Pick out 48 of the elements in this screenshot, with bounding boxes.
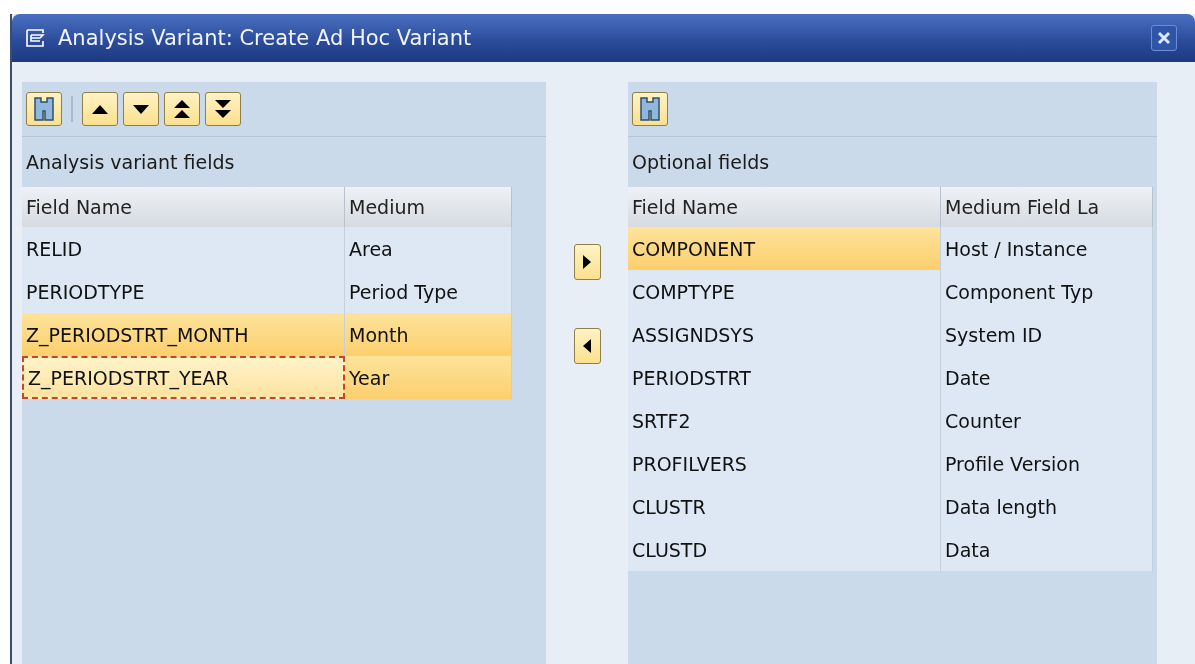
double-down-arrow-icon — [213, 98, 233, 120]
table-cell[interactable]: System ID — [941, 313, 1153, 356]
table-cell[interactable]: CLUSTR — [628, 485, 941, 528]
table-cell[interactable]: Area — [345, 227, 512, 270]
move-top-button[interactable] — [164, 92, 200, 126]
table-cell[interactable]: ASSIGNDSYS — [628, 313, 941, 356]
table-cell[interactable]: PERIODSTRT — [628, 356, 941, 399]
table-cell[interactable]: Data — [941, 528, 1153, 571]
close-icon — [1157, 31, 1171, 45]
find-button[interactable] — [26, 92, 62, 126]
table-cell[interactable]: PERIODTYPE — [22, 270, 345, 313]
table-cell[interactable]: RELID — [22, 227, 345, 270]
column-header[interactable]: Field Name — [628, 187, 941, 227]
move-bottom-button[interactable] — [205, 92, 241, 126]
column-header[interactable]: Medium — [345, 187, 512, 227]
find-button[interactable] — [632, 92, 668, 126]
table-cell[interactable]: COMPONENT — [628, 227, 941, 270]
double-up-arrow-icon — [172, 98, 192, 120]
table-cell[interactable]: Z_PERIODSTRT_MONTH — [22, 313, 345, 356]
left-arrow-icon — [581, 337, 593, 355]
table-cell[interactable]: Year — [345, 356, 512, 399]
right-arrow-icon — [581, 253, 593, 271]
table-cell[interactable]: Z_PERIODSTRT_YEAR — [22, 356, 345, 399]
panel-label: Optional fields — [631, 150, 771, 175]
window-title: Analysis Variant: Create Ad Hoc Variant — [58, 26, 473, 50]
table-cell[interactable]: Component Typ — [941, 270, 1153, 313]
table-cell[interactable]: Date — [941, 356, 1153, 399]
table-cell[interactable]: Profile Version — [941, 442, 1153, 485]
table-cell[interactable]: Period Type — [345, 270, 512, 313]
move-down-button[interactable] — [123, 92, 159, 126]
table-cell[interactable]: CLUSTD — [628, 528, 941, 571]
move-left-button[interactable] — [573, 328, 601, 364]
move-right-button[interactable] — [573, 244, 601, 280]
table-cell[interactable]: Host / Instance — [941, 227, 1153, 270]
table-cell[interactable]: COMPTYPE — [628, 270, 941, 313]
column-header[interactable]: Medium Field La — [941, 187, 1153, 227]
table-cell[interactable]: Month — [345, 313, 512, 356]
move-up-button[interactable] — [82, 92, 118, 126]
edit-window-icon — [26, 28, 48, 48]
column-header[interactable]: Field Name — [22, 187, 345, 227]
table-cell[interactable]: Counter — [941, 399, 1153, 442]
panel-label: Analysis variant fields — [25, 150, 236, 175]
table-cell[interactable]: PROFILVERS — [628, 442, 941, 485]
binoculars-icon — [32, 96, 56, 122]
table-cell[interactable]: Data length — [941, 485, 1153, 528]
close-button[interactable] — [1151, 25, 1177, 51]
binoculars-icon — [638, 96, 662, 122]
table-cell[interactable]: SRTF2 — [628, 399, 941, 442]
